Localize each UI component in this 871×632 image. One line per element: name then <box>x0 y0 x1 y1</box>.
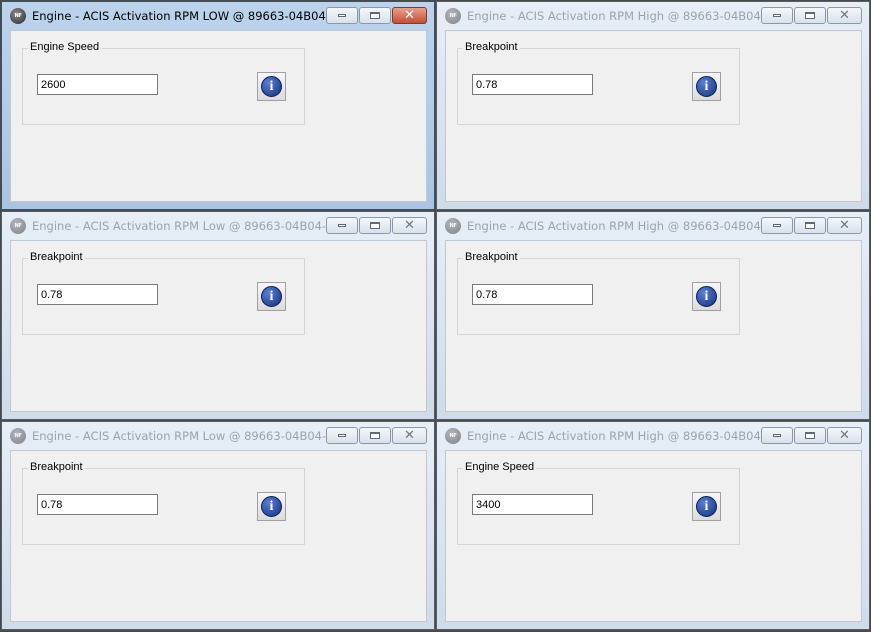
minimize-button[interactable] <box>761 7 793 24</box>
value-group-box: Breakpoint i <box>22 251 305 335</box>
window-client-area: Engine Speed i <box>10 30 427 202</box>
value-input[interactable] <box>37 494 158 515</box>
info-button[interactable]: i <box>692 492 721 521</box>
minimize-button[interactable] <box>326 217 358 234</box>
window-client-area: Breakpoint i <box>445 240 862 412</box>
value-group-box: Engine Speed i <box>457 461 740 545</box>
info-icon: i <box>261 286 282 307</box>
close-button[interactable]: ✕ <box>392 217 427 234</box>
app-logo-icon[interactable]: NF <box>445 8 461 24</box>
window-client-area: Breakpoint i <box>10 450 427 622</box>
minimize-icon <box>338 224 346 227</box>
maximize-icon <box>370 222 380 229</box>
maximize-button[interactable] <box>794 427 826 444</box>
value-input[interactable] <box>472 74 593 95</box>
title-bar[interactable]: NF Engine - ACIS Activation RPM Low @ 89… <box>2 422 434 450</box>
value-input[interactable] <box>472 494 593 515</box>
app-logo-icon[interactable]: NF <box>10 428 26 444</box>
window-acis-rpm-high-engine-speed[interactable]: NF Engine - ACIS Activation RPM High @ 8… <box>436 421 870 630</box>
app-logo-icon[interactable]: NF <box>10 218 26 234</box>
window-acis-rpm-low-engine-speed[interactable]: NF Engine - ACIS Activation RPM LOW @ 89… <box>1 1 435 210</box>
minimize-button[interactable] <box>326 7 358 24</box>
group-label: Breakpoint <box>463 41 520 53</box>
minimize-icon <box>338 14 346 17</box>
minimize-icon <box>773 224 781 227</box>
title-bar[interactable]: NF Engine - ACIS Activation RPM Low @ 89… <box>2 212 434 240</box>
close-button[interactable]: ✕ <box>827 217 862 234</box>
close-button[interactable]: ✕ <box>827 427 862 444</box>
group-label: Engine Speed <box>28 41 102 53</box>
maximize-icon <box>805 12 815 19</box>
value-group-box: Breakpoint i <box>457 251 740 335</box>
close-button[interactable]: ✕ <box>392 7 427 24</box>
value-input[interactable] <box>37 284 158 305</box>
group-label: Breakpoint <box>463 251 520 263</box>
close-button[interactable]: ✕ <box>827 7 862 24</box>
title-bar[interactable]: NF Engine - ACIS Activation RPM LOW @ 89… <box>2 2 434 30</box>
maximize-button[interactable] <box>794 7 826 24</box>
window-acis-rpm-low-breakpoint-2[interactable]: NF Engine - ACIS Activation RPM Low @ 89… <box>1 421 435 630</box>
value-group-box: Breakpoint i <box>457 41 740 125</box>
minimize-icon <box>773 434 781 437</box>
title-bar[interactable]: NF Engine - ACIS Activation RPM High @ 8… <box>437 2 869 30</box>
value-group-box: Breakpoint i <box>22 461 305 545</box>
close-icon: ✕ <box>404 218 415 233</box>
window-acis-rpm-high-breakpoint[interactable]: NF Engine - ACIS Activation RPM High @ 8… <box>436 1 870 210</box>
info-button[interactable]: i <box>692 72 721 101</box>
value-input[interactable] <box>37 74 158 95</box>
window-title: Engine - ACIS Activation RPM LOW @ 89663… <box>32 9 327 23</box>
info-icon: i <box>696 286 717 307</box>
info-button[interactable]: i <box>257 72 286 101</box>
window-title: Engine - ACIS Activation RPM High @ 8966… <box>467 219 762 233</box>
info-button[interactable]: i <box>257 492 286 521</box>
maximize-icon <box>805 222 815 229</box>
minimize-button[interactable] <box>761 217 793 234</box>
minimize-icon <box>773 14 781 17</box>
value-input[interactable] <box>472 284 593 305</box>
maximize-icon <box>805 432 815 439</box>
close-icon: ✕ <box>404 8 415 23</box>
close-icon: ✕ <box>839 8 850 23</box>
group-label: Engine Speed <box>463 461 537 473</box>
window-client-area: Breakpoint i <box>445 30 862 202</box>
maximize-icon <box>370 12 380 19</box>
maximize-icon <box>370 432 380 439</box>
title-bar[interactable]: NF Engine - ACIS Activation RPM High @ 8… <box>437 422 869 450</box>
window-client-area: Breakpoint i <box>10 240 427 412</box>
window-acis-rpm-high-breakpoint-2[interactable]: NF Engine - ACIS Activation RPM High @ 8… <box>436 211 870 420</box>
maximize-button[interactable] <box>359 427 391 444</box>
app-logo-icon[interactable]: NF <box>10 8 26 24</box>
group-label: Breakpoint <box>28 461 85 473</box>
close-icon: ✕ <box>839 218 850 233</box>
window-title: Engine - ACIS Activation RPM High @ 8966… <box>467 429 762 443</box>
close-button[interactable]: ✕ <box>392 427 427 444</box>
info-icon: i <box>696 76 717 97</box>
close-icon: ✕ <box>404 428 415 443</box>
info-icon: i <box>261 76 282 97</box>
close-icon: ✕ <box>839 428 850 443</box>
group-label: Breakpoint <box>28 251 85 263</box>
info-icon: i <box>261 496 282 517</box>
title-bar[interactable]: NF Engine - ACIS Activation RPM High @ 8… <box>437 212 869 240</box>
window-title: Engine - ACIS Activation RPM Low @ 89663… <box>32 219 327 233</box>
maximize-button[interactable] <box>359 7 391 24</box>
maximize-button[interactable] <box>794 217 826 234</box>
window-title: Engine - ACIS Activation RPM Low @ 89663… <box>32 429 327 443</box>
maximize-button[interactable] <box>359 217 391 234</box>
value-group-box: Engine Speed i <box>22 41 305 125</box>
window-client-area: Engine Speed i <box>445 450 862 622</box>
minimize-icon <box>338 434 346 437</box>
app-logo-icon[interactable]: NF <box>445 218 461 234</box>
window-title: Engine - ACIS Activation RPM High @ 8966… <box>467 9 762 23</box>
info-button[interactable]: i <box>692 282 721 311</box>
window-acis-rpm-low-breakpoint[interactable]: NF Engine - ACIS Activation RPM Low @ 89… <box>1 211 435 420</box>
info-icon: i <box>696 496 717 517</box>
minimize-button[interactable] <box>761 427 793 444</box>
info-button[interactable]: i <box>257 282 286 311</box>
app-logo-icon[interactable]: NF <box>445 428 461 444</box>
minimize-button[interactable] <box>326 427 358 444</box>
